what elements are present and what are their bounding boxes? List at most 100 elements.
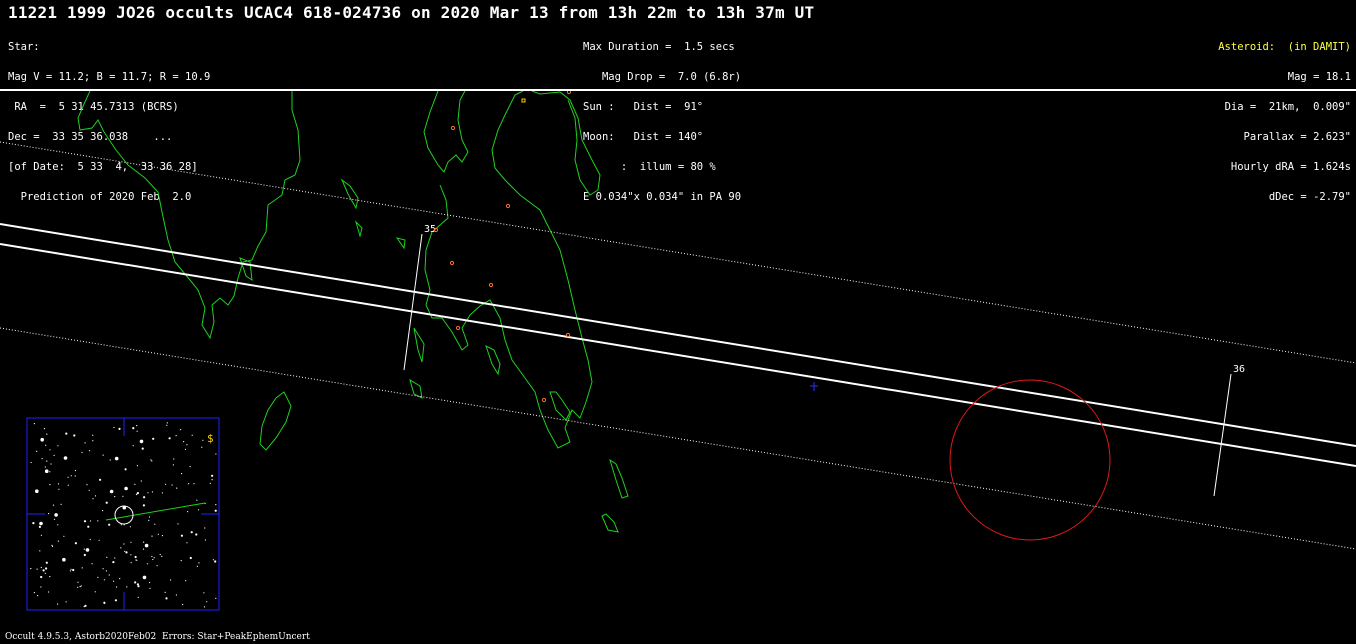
finder-star	[209, 482, 211, 484]
finder-star	[215, 597, 217, 600]
finder-star	[53, 454, 55, 456]
finder-star	[137, 585, 140, 588]
event-info-line: Mag Drop = 7.0 (6.8r)	[583, 71, 742, 83]
finder-star	[135, 493, 137, 496]
finder-star	[88, 450, 91, 452]
finder-star	[92, 498, 94, 500]
star-finder-chart[interactable]: $	[26, 417, 220, 611]
finder-star	[40, 566, 42, 569]
finder-star	[48, 513, 50, 515]
finder-star	[44, 466, 46, 468]
coastline-island	[340, 178, 359, 210]
finder-star	[177, 523, 179, 525]
finder-star	[137, 596, 139, 599]
finder-star	[33, 592, 36, 594]
star-info-line: Star:	[8, 41, 40, 53]
coastline-island	[395, 237, 406, 250]
finder-star	[136, 465, 138, 467]
coastline-peninsula	[424, 91, 593, 449]
finder-star	[123, 543, 125, 545]
finder-star	[80, 585, 82, 587]
finder-star	[42, 569, 45, 572]
finder-star	[124, 468, 127, 471]
finder-star	[45, 567, 48, 570]
finder-star	[175, 435, 177, 437]
finder-star	[157, 533, 159, 535]
finder-star	[119, 578, 121, 580]
finder-star	[84, 604, 87, 607]
finder-star	[38, 525, 42, 529]
finder-star	[40, 575, 43, 579]
finder-star	[97, 576, 99, 579]
finder-star	[36, 568, 38, 570]
finder-star	[74, 475, 76, 477]
finder-star	[165, 597, 168, 600]
finder-star	[67, 484, 69, 486]
finder-star	[106, 556, 108, 559]
finder-star	[105, 570, 107, 572]
finder-star	[49, 471, 51, 473]
finder-star	[60, 503, 62, 505]
coastline-island	[609, 458, 629, 499]
coastline-island	[354, 220, 363, 238]
finder-star	[130, 562, 132, 564]
finder-star	[134, 483, 136, 485]
finder-star	[122, 495, 124, 497]
finder-star	[139, 439, 144, 444]
footer-credit: Occult 4.9.5.3, Astorb2020Feb02 Errors: …	[5, 632, 310, 642]
finder-star	[72, 568, 75, 572]
finder-star	[83, 553, 86, 557]
finder-star	[48, 591, 50, 593]
time-tick-36	[1213, 373, 1232, 497]
finder-star	[57, 540, 60, 542]
finder-star	[70, 475, 72, 477]
finder-star	[102, 510, 104, 512]
finder-star	[154, 523, 156, 525]
occultation-path-map[interactable]: 35 36 $	[0, 91, 1356, 631]
finder-star	[102, 454, 104, 456]
finder-star	[203, 606, 206, 608]
finder-star	[49, 449, 51, 451]
finder-star	[86, 484, 88, 486]
finder-star	[32, 522, 35, 525]
finder-star	[151, 491, 153, 493]
finder-star	[188, 483, 190, 485]
city-marker	[488, 282, 494, 288]
finder-star	[142, 504, 145, 507]
finder-star	[196, 499, 198, 501]
finder-star	[52, 504, 55, 506]
finder-star	[45, 561, 48, 564]
star-info-line: Mag V = 11.2; B = 11.7; R = 10.9	[8, 71, 211, 83]
shadow-path-north	[0, 223, 1356, 447]
finder-star	[97, 520, 99, 522]
finder-star	[114, 496, 116, 498]
finder-star	[189, 466, 191, 468]
finder-star	[77, 581, 79, 583]
finder-star	[109, 489, 114, 494]
finder-star	[134, 581, 137, 584]
city-marker-square	[521, 98, 526, 103]
finder-star	[142, 575, 147, 580]
finder-star	[202, 439, 204, 441]
finder-star	[63, 456, 68, 460]
finder-star	[166, 424, 168, 426]
time-label-36: 36	[1233, 364, 1245, 375]
finder-star	[211, 474, 214, 477]
finder-star	[74, 542, 77, 545]
finder-star	[182, 603, 184, 606]
finder-star	[36, 450, 38, 452]
finder-star	[116, 586, 118, 588]
finder-star	[54, 513, 58, 517]
finder-star	[164, 591, 166, 594]
finder-star	[120, 547, 122, 549]
finder-star	[176, 487, 178, 489]
finder-star	[108, 574, 110, 576]
finder-star	[65, 601, 67, 603]
finder-star	[46, 460, 48, 462]
finder-star	[79, 586, 81, 588]
finder-star	[88, 489, 90, 491]
finder-star	[215, 453, 217, 455]
finder-star	[156, 565, 158, 567]
finder-star	[203, 592, 205, 594]
finder-star	[40, 534, 43, 536]
